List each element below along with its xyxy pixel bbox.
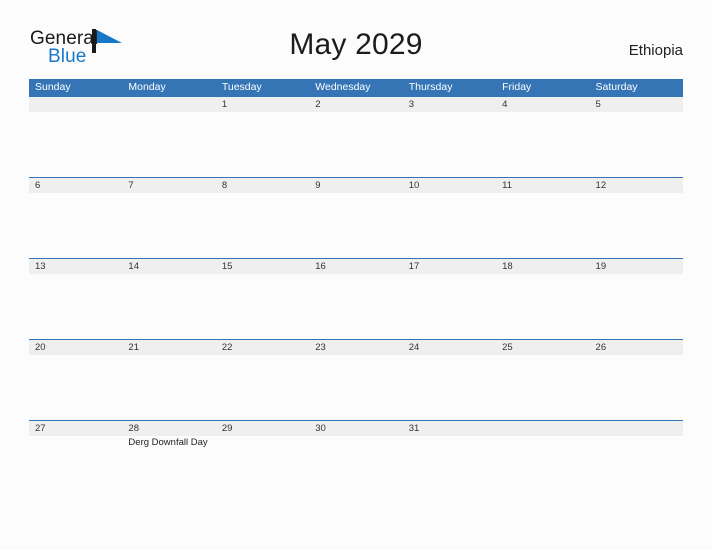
day-number[interactable]: 14: [122, 259, 215, 274]
day-number[interactable]: 24: [403, 340, 496, 355]
day-number[interactable]: 12: [590, 178, 683, 193]
day-cell[interactable]: [216, 193, 309, 259]
day-cell[interactable]: [216, 355, 309, 421]
day-cell[interactable]: [29, 193, 122, 259]
day-cell[interactable]: [590, 274, 683, 340]
day-cell[interactable]: [216, 112, 309, 178]
day-cell[interactable]: [590, 436, 683, 502]
page-header: General Blue May 2029 Ethiopia: [0, 0, 712, 67]
day-cell[interactable]: [496, 436, 589, 502]
week-event-band: [29, 193, 683, 259]
day-cell[interactable]: [216, 274, 309, 340]
week-event-band: [29, 355, 683, 421]
day-cell[interactable]: [29, 112, 122, 178]
day-event: Derg Downfall Day: [128, 437, 208, 448]
day-cell[interactable]: [403, 193, 496, 259]
day-cell[interactable]: [496, 193, 589, 259]
day-number[interactable]: 22: [216, 340, 309, 355]
weekday-header-saturday: Saturday: [595, 81, 638, 93]
day-number[interactable]: 26: [590, 340, 683, 355]
day-number[interactable]: 17: [403, 259, 496, 274]
day-cell[interactable]: [29, 274, 122, 340]
day-cell[interactable]: [309, 274, 402, 340]
day-number[interactable]: 19: [590, 259, 683, 274]
day-number[interactable]: 13: [29, 259, 122, 274]
day-cell[interactable]: [216, 436, 309, 502]
day-number[interactable]: 10: [403, 178, 496, 193]
weekday-header-wednesday: Wednesday: [315, 81, 371, 93]
day-number[interactable]: 29: [216, 421, 309, 436]
day-cell[interactable]: [590, 355, 683, 421]
day-cell[interactable]: [590, 193, 683, 259]
day-cell[interactable]: [590, 112, 683, 178]
day-number[interactable]: 4: [496, 97, 589, 112]
day-number[interactable]: [590, 421, 683, 436]
day-number[interactable]: 7: [122, 178, 215, 193]
weekday-header-thursday: Thursday: [408, 81, 453, 93]
day-cell[interactable]: [403, 112, 496, 178]
day-number[interactable]: 18: [496, 259, 589, 274]
day-cell[interactable]: [309, 193, 402, 259]
day-number[interactable]: [122, 97, 215, 112]
day-number[interactable]: 5: [590, 97, 683, 112]
week-event-band: Derg Downfall Day: [29, 436, 683, 502]
day-number[interactable]: 16: [309, 259, 402, 274]
day-number[interactable]: 21: [122, 340, 215, 355]
day-number[interactable]: 28: [122, 421, 215, 436]
day-number[interactable]: 23: [309, 340, 402, 355]
week-row: 1 2 3 4 5: [29, 96, 683, 177]
day-number[interactable]: 9: [309, 178, 402, 193]
day-cell[interactable]: [29, 355, 122, 421]
day-number[interactable]: 25: [496, 340, 589, 355]
day-cell[interactable]: [309, 112, 402, 178]
page-title: May 2029: [289, 28, 423, 61]
day-number[interactable]: 30: [309, 421, 402, 436]
day-number[interactable]: 8: [216, 178, 309, 193]
week-row: 13 14 15 16 17 18 19: [29, 258, 683, 339]
day-number[interactable]: 15: [216, 259, 309, 274]
day-number[interactable]: 1: [216, 97, 309, 112]
calendar-page: General Blue May 2029 Ethiopia Sunday Mo…: [0, 0, 712, 550]
week-date-band: 27 28 29 30 31: [29, 421, 683, 436]
day-number[interactable]: 11: [496, 178, 589, 193]
calendar-grid: Sunday Monday Tuesday Wednesday Thursday…: [29, 79, 683, 501]
day-cell[interactable]: [496, 355, 589, 421]
week-row: 20 21 22 23 24 25 26: [29, 339, 683, 420]
day-cell[interactable]: [309, 436, 402, 502]
day-cell[interactable]: [122, 193, 215, 259]
day-cell[interactable]: [496, 112, 589, 178]
week-row: 6 7 8 9 10 11 12: [29, 177, 683, 258]
week-date-band: 1 2 3 4 5: [29, 97, 683, 112]
day-number[interactable]: 3: [403, 97, 496, 112]
day-cell[interactable]: [29, 436, 122, 502]
weekday-header-row: Sunday Monday Tuesday Wednesday Thursday…: [29, 79, 683, 96]
day-cell[interactable]: [403, 355, 496, 421]
week-date-band: 6 7 8 9 10 11 12: [29, 178, 683, 193]
weekday-header-monday: Monday: [128, 81, 166, 93]
week-date-band: 20 21 22 23 24 25 26: [29, 340, 683, 355]
day-number[interactable]: 20: [29, 340, 122, 355]
day-number[interactable]: 27: [29, 421, 122, 436]
weekday-header-sunday: Sunday: [35, 81, 71, 93]
day-cell[interactable]: Derg Downfall Day: [122, 436, 215, 502]
day-cell[interactable]: [403, 436, 496, 502]
day-number[interactable]: [29, 97, 122, 112]
day-cell[interactable]: [309, 355, 402, 421]
week-event-band: [29, 112, 683, 178]
weekday-header-friday: Friday: [502, 81, 532, 93]
day-number[interactable]: [496, 421, 589, 436]
day-cell[interactable]: [122, 274, 215, 340]
day-cell[interactable]: [403, 274, 496, 340]
day-number[interactable]: 31: [403, 421, 496, 436]
day-cell[interactable]: [496, 274, 589, 340]
region-label: Ethiopia: [628, 42, 683, 59]
weekday-header-tuesday: Tuesday: [221, 81, 262, 93]
week-row: 27 28 29 30 31 Derg Downfall Day: [29, 420, 683, 501]
day-number[interactable]: 2: [309, 97, 402, 112]
week-event-band: [29, 274, 683, 340]
week-date-band: 13 14 15 16 17 18 19: [29, 259, 683, 274]
day-cell[interactable]: [122, 355, 215, 421]
day-cell[interactable]: [122, 112, 215, 178]
day-number[interactable]: 6: [29, 178, 122, 193]
